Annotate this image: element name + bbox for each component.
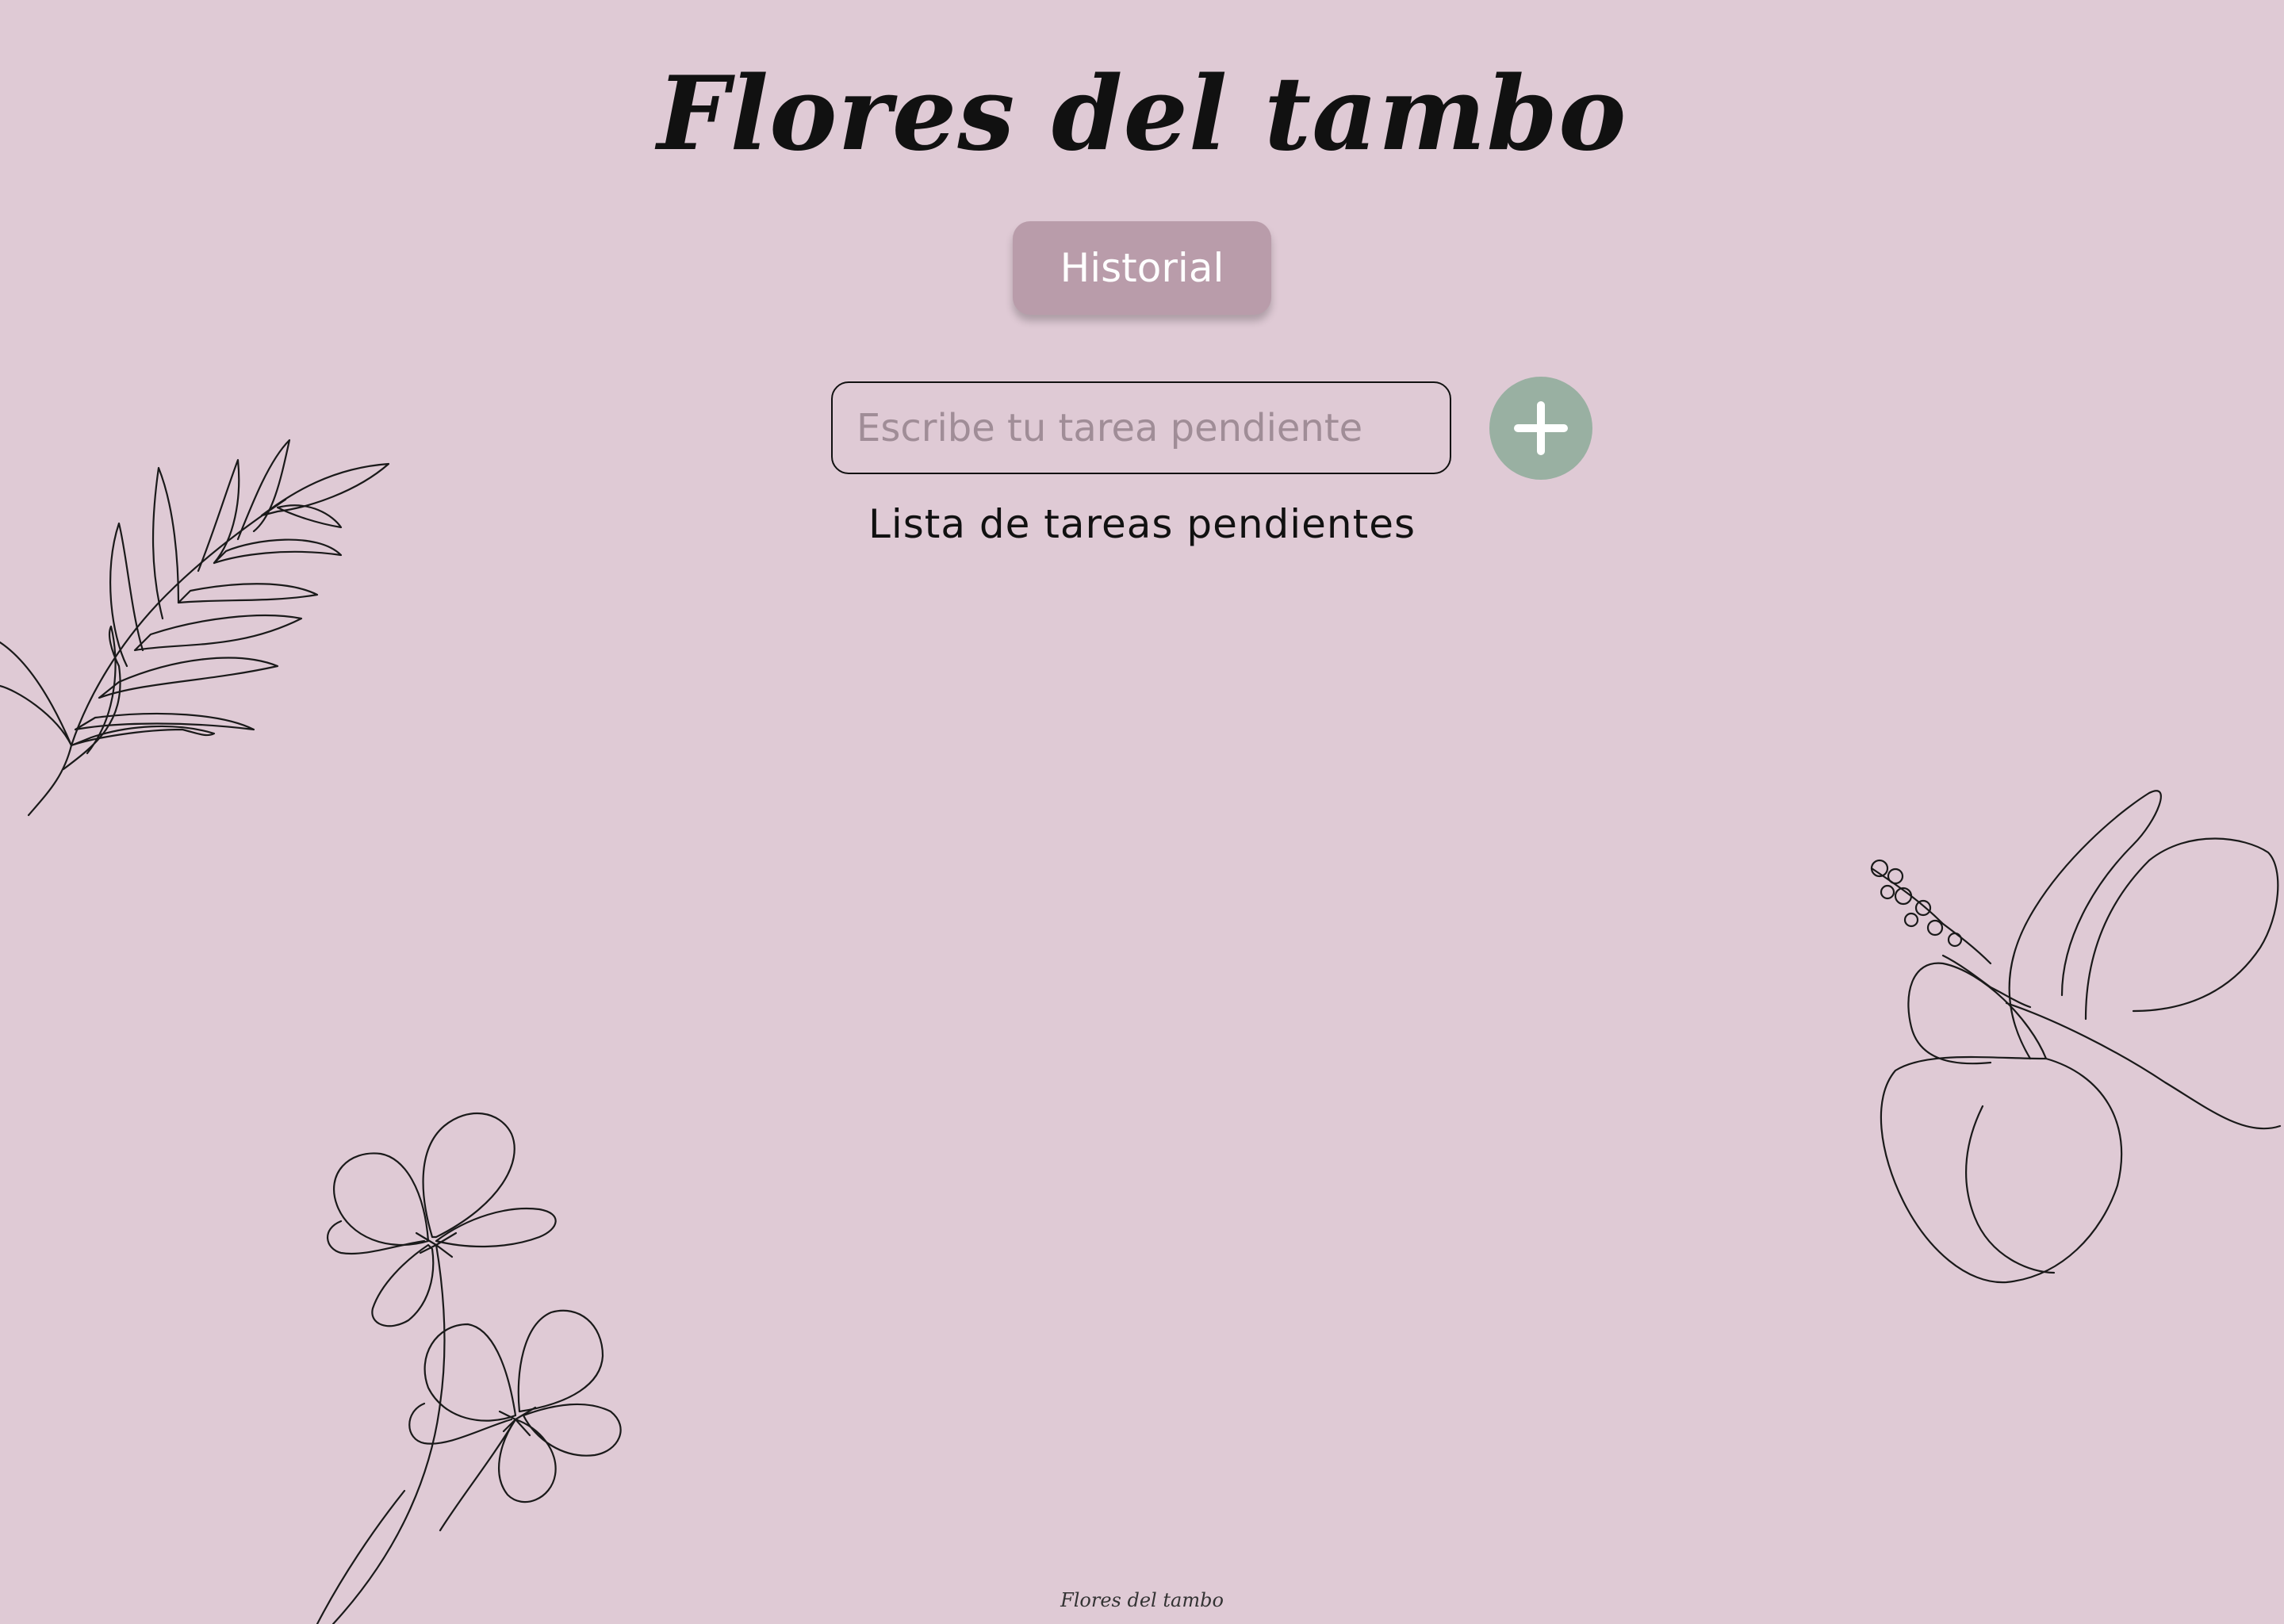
- app-root: Flores del tambo Historial Lista de tare…: [0, 0, 2284, 1624]
- task-list-heading: Lista de tareas pendientes: [868, 501, 1416, 547]
- add-task-button[interactable]: [1489, 377, 1592, 480]
- app-title: Flores del tambo: [657, 55, 1627, 174]
- hibiscus-illustration: [1870, 790, 2282, 1284]
- poppy-flowers-illustration: [316, 1112, 622, 1624]
- footer-brand: Flores del tambo: [1060, 1589, 1224, 1611]
- fern-branch-illustration: [0, 439, 390, 817]
- historial-button[interactable]: Historial: [1013, 221, 1271, 315]
- plus-icon: [1514, 401, 1568, 455]
- task-input[interactable]: [831, 381, 1451, 474]
